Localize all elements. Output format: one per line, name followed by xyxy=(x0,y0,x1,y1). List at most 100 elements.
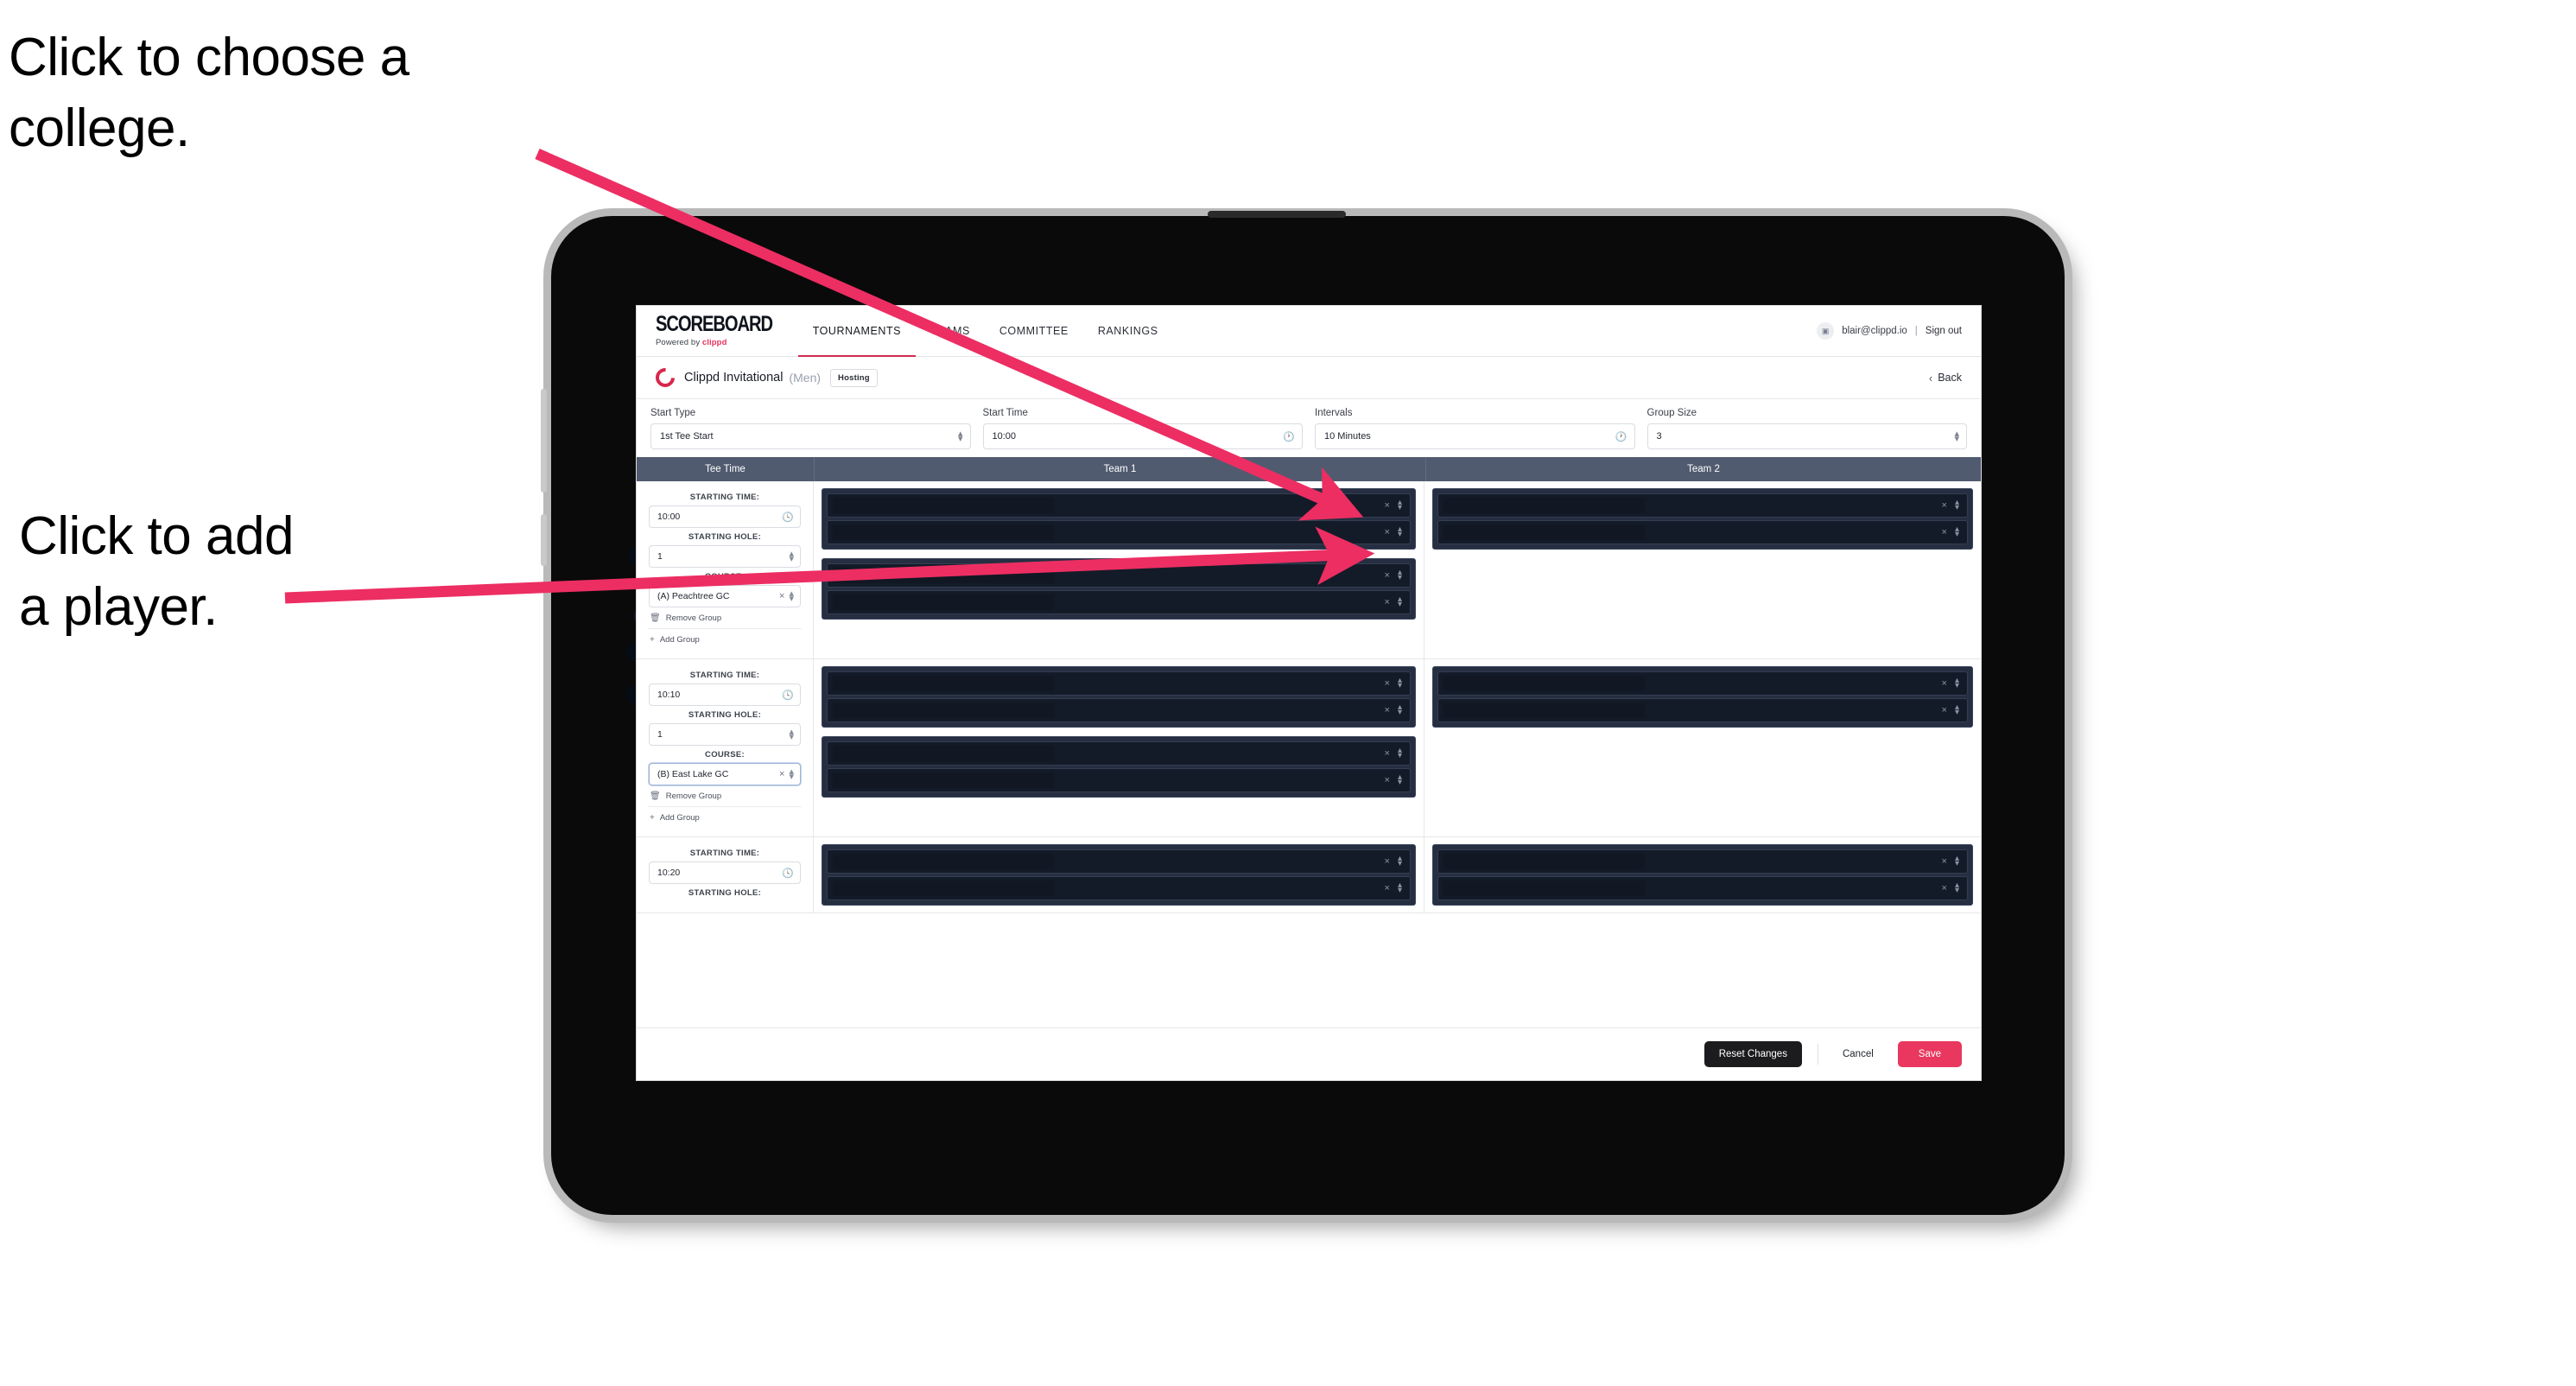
close-x-icon[interactable]: × xyxy=(1385,705,1390,715)
close-x-icon[interactable]: × xyxy=(1942,856,1947,867)
nav-tab-tournaments[interactable]: TOURNAMENTS xyxy=(797,306,917,357)
start-type-select[interactable]: 1st Tee Start ▴ ▾ xyxy=(650,423,971,449)
stepper-icon[interactable]: ▴ ▾ xyxy=(1955,499,1959,512)
close-x-icon[interactable]: × xyxy=(1942,883,1947,893)
stepper-icon[interactable]: ▴ ▾ xyxy=(1398,855,1402,868)
stepper-icon[interactable]: ▴ ▾ xyxy=(1955,881,1959,894)
player-select-field[interactable]: × ▴ ▾ xyxy=(827,876,1411,900)
clock-icon[interactable]: 🕓 xyxy=(782,512,794,523)
stepper-icon[interactable]: ▴ ▾ xyxy=(1398,595,1402,608)
stepper-icon[interactable]: ▴ ▾ xyxy=(1955,525,1959,538)
remove-group-button[interactable]: 🗑 Remove Group xyxy=(648,607,802,629)
tournament-header-bar: Clippd Invitational (Men) Hosting ‹ Back xyxy=(637,357,1981,399)
close-x-icon[interactable]: × xyxy=(1385,570,1390,581)
clock-icon[interactable]: 🕓 xyxy=(782,690,794,701)
add-group-button[interactable]: + Add Group xyxy=(648,629,802,650)
close-x-icon[interactable]: × xyxy=(1385,597,1390,607)
player-select-field[interactable]: × ▴ ▾ xyxy=(827,768,1411,792)
stepper-icon[interactable]: ▴ ▾ xyxy=(1398,703,1402,716)
clock-icon[interactable]: 🕐 xyxy=(1615,431,1627,442)
scoreboard-logo[interactable]: SCOREBOARD Powered by clippd xyxy=(637,306,798,356)
close-x-icon[interactable]: × xyxy=(1942,527,1947,537)
start-time-input[interactable]: 10:00 🕐 xyxy=(982,423,1303,449)
stepper-icon[interactable]: ▴ ▾ xyxy=(1398,747,1402,760)
player-select-field[interactable]: × ▴ ▾ xyxy=(1437,849,1968,874)
starting-time-input[interactable]: 10:20 🕓 xyxy=(649,861,801,884)
remove-group-button[interactable]: 🗑 Remove Group xyxy=(648,785,802,807)
group-size-select[interactable]: 3 ▴ ▾ xyxy=(1646,423,1967,449)
course-select[interactable]: (A) Peachtree GC × ▴ ▾ xyxy=(649,585,801,607)
tablet-volume-button[interactable] xyxy=(541,389,547,493)
player-select-field[interactable]: × ▴ ▾ xyxy=(827,493,1411,518)
player-select-field[interactable]: × ▴ ▾ xyxy=(827,849,1411,874)
back-button[interactable]: ‹ Back xyxy=(1929,372,1962,385)
sign-out-link[interactable]: Sign out xyxy=(1926,326,1962,336)
tee-time-cell: STARTING TIME: 10:10 🕓 STARTING HOLE: 1 ▴ ▾ COU… xyxy=(637,659,814,836)
player-select-field[interactable]: × ▴ ▾ xyxy=(1437,493,1968,518)
close-x-icon[interactable]: × xyxy=(1942,678,1947,689)
player-select-field[interactable]: × ▴ ▾ xyxy=(827,590,1411,614)
reset-changes-button[interactable]: Reset Changes xyxy=(1704,1041,1802,1067)
stepper-icon[interactable]: ▴ ▾ xyxy=(789,588,794,603)
player-select-field[interactable]: × ▴ ▾ xyxy=(1437,520,1968,544)
player-select-field[interactable]: × ▴ ▾ xyxy=(827,741,1411,766)
stepper-icon[interactable]: ▴ ▾ xyxy=(1398,677,1402,690)
save-button[interactable]: Save xyxy=(1897,1041,1962,1067)
tablet-power-button[interactable] xyxy=(541,514,547,566)
close-x-icon[interactable]: × xyxy=(779,591,784,601)
stepper-icon[interactable]: ▴ ▾ xyxy=(789,727,794,741)
starting-hole-input[interactable]: 1 ▴ ▾ xyxy=(649,545,801,568)
filter-start-time-label: Start Time xyxy=(982,408,1028,418)
stepper-icon[interactable]: ▴ ▾ xyxy=(1398,881,1402,894)
stepper-icon[interactable]: ▴ ▾ xyxy=(1398,773,1402,786)
clock-icon[interactable]: 🕓 xyxy=(782,868,794,879)
tournament-gender: (Men) xyxy=(789,371,822,385)
player-select-field[interactable]: × ▴ ▾ xyxy=(1437,671,1968,696)
table-row: STARTING TIME: 10:10 🕓 STARTING HOLE: 1 ▴ ▾ COU… xyxy=(637,659,1981,837)
course-select[interactable]: (B) East Lake GC × ▴ ▾ xyxy=(649,763,801,785)
add-group-button[interactable]: + Add Group xyxy=(648,807,802,828)
close-x-icon[interactable]: × xyxy=(1385,527,1390,537)
player-select-field[interactable]: × ▴ ▾ xyxy=(827,563,1411,588)
starting-time-input[interactable]: 10:10 🕓 xyxy=(649,683,801,706)
intervals-input[interactable]: 10 Minutes 🕐 xyxy=(1315,423,1635,449)
player-select-field[interactable]: × ▴ ▾ xyxy=(1437,698,1968,722)
player-group: × ▴ ▾ × ▴ ▾ xyxy=(822,488,1416,550)
stepper-icon[interactable]: ▴ ▾ xyxy=(789,549,794,563)
close-x-icon[interactable]: × xyxy=(1385,500,1390,511)
nav-tab-teams[interactable]: TEAMS xyxy=(916,306,985,356)
start-time-value: 10:00 xyxy=(992,431,1017,442)
stepper-icon[interactable]: ▴ ▾ xyxy=(1398,499,1402,512)
close-x-icon[interactable]: × xyxy=(1385,856,1390,867)
stepper-icon[interactable]: ▴ ▾ xyxy=(958,429,963,443)
close-x-icon[interactable]: × xyxy=(1385,748,1390,759)
stepper-icon[interactable]: ▴ ▾ xyxy=(789,766,794,781)
stepper-icon[interactable]: ▴ ▾ xyxy=(1398,569,1402,582)
stepper-icon[interactable]: ▴ ▾ xyxy=(1955,677,1959,690)
cancel-button[interactable]: Cancel xyxy=(1834,1041,1882,1067)
avatar[interactable]: ▣ xyxy=(1817,322,1835,340)
close-x-icon[interactable]: × xyxy=(1385,678,1390,689)
close-x-icon[interactable]: × xyxy=(1942,705,1947,715)
player-select-field[interactable]: × ▴ ▾ xyxy=(1437,876,1968,900)
intervals-value: 10 Minutes xyxy=(1324,431,1371,442)
clock-icon[interactable]: 🕐 xyxy=(1283,431,1295,442)
stepper-icon[interactable]: ▴ ▾ xyxy=(1955,855,1959,868)
stepper-icon[interactable]: ▴ ▾ xyxy=(1954,429,1959,443)
close-x-icon[interactable]: × xyxy=(779,769,784,779)
close-x-icon[interactable]: × xyxy=(1385,883,1390,893)
player-name-redacted xyxy=(1443,676,1645,691)
player-select-field[interactable]: × ▴ ▾ xyxy=(827,698,1411,722)
player-name-redacted xyxy=(833,498,1055,513)
close-x-icon[interactable]: × xyxy=(1385,775,1390,785)
starting-hole-input[interactable]: 1 ▴ ▾ xyxy=(649,723,801,746)
nav-tab-committee[interactable]: COMMITTEE xyxy=(985,306,1083,356)
player-name-redacted xyxy=(833,594,1055,610)
starting-time-input[interactable]: 10:00 🕓 xyxy=(649,505,801,528)
player-select-field[interactable]: × ▴ ▾ xyxy=(827,520,1411,544)
nav-tab-rankings[interactable]: RANKINGS xyxy=(1083,306,1173,356)
stepper-icon[interactable]: ▴ ▾ xyxy=(1955,703,1959,716)
player-select-field[interactable]: × ▴ ▾ xyxy=(827,671,1411,696)
close-x-icon[interactable]: × xyxy=(1942,500,1947,511)
stepper-icon[interactable]: ▴ ▾ xyxy=(1398,525,1402,538)
